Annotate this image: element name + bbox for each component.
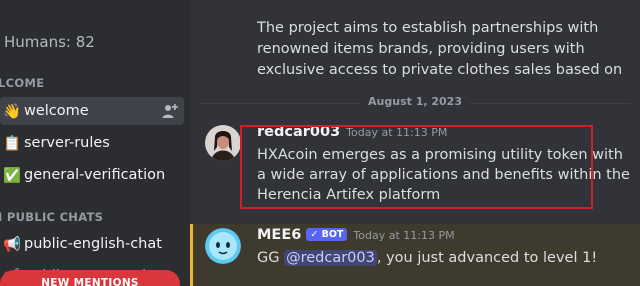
category-welcome[interactable]: LCOME <box>0 76 44 90</box>
member-count: Humans: 82 <box>4 33 95 51</box>
channel-sidebar: Humans: 82 LCOME 👋 welcome 📋 server-rule… <box>0 0 190 286</box>
mention-bar <box>190 224 193 286</box>
channel-general-verification[interactable]: ✅ general-verification <box>0 161 184 189</box>
channel-public-english-chat[interactable]: 📢 public-english-chat <box>0 230 184 258</box>
date-divider-label: August 1, 2023 <box>360 95 470 108</box>
channel-server-rules[interactable]: 📋 server-rules <box>0 129 184 157</box>
user-avatar-icon <box>205 125 241 161</box>
text-suffix: , you just advanced to level 1! <box>376 250 598 266</box>
clipboard-icon: 📋 <box>2 135 22 152</box>
message-author[interactable]: MEE6 ✓ BOT Today at 11:13 PM <box>257 227 455 243</box>
bot-tag: ✓ BOT <box>306 228 348 241</box>
message-timestamp: Today at 11:13 PM <box>353 229 455 242</box>
previous-message-text: The project aims to establish partnershi… <box>257 20 623 78</box>
text-prefix: GG <box>257 250 285 266</box>
waving-hand-icon: 👋 <box>2 103 22 120</box>
channel-label: public-english-chat <box>24 236 162 252</box>
channel-label: server-rules <box>24 135 110 151</box>
avatar[interactable] <box>205 228 241 264</box>
channel-welcome[interactable]: 👋 welcome <box>0 97 184 125</box>
author-name[interactable]: MEE6 <box>257 227 301 243</box>
highlight-annotation-box <box>240 125 593 209</box>
category-public-chats[interactable]: I PUBLIC CHATS <box>0 210 103 224</box>
check-mark-icon: ✅ <box>2 167 22 184</box>
channel-label: welcome <box>24 103 89 119</box>
message-text: GG @redcar003, you just advanced to leve… <box>257 248 632 268</box>
message-actions-icon[interactable] <box>208 0 268 4</box>
add-member-icon[interactable] <box>162 103 178 119</box>
channel-label: general-verification <box>24 167 166 183</box>
bot-avatar-icon <box>205 228 241 264</box>
avatar[interactable] <box>205 125 241 161</box>
user-mention[interactable]: @redcar003 <box>284 250 377 266</box>
new-mentions-button[interactable]: NEW MENTIONS <box>0 270 180 286</box>
megaphone-icon: 📢 <box>2 236 22 253</box>
date-divider: August 1, 2023 <box>200 95 630 108</box>
